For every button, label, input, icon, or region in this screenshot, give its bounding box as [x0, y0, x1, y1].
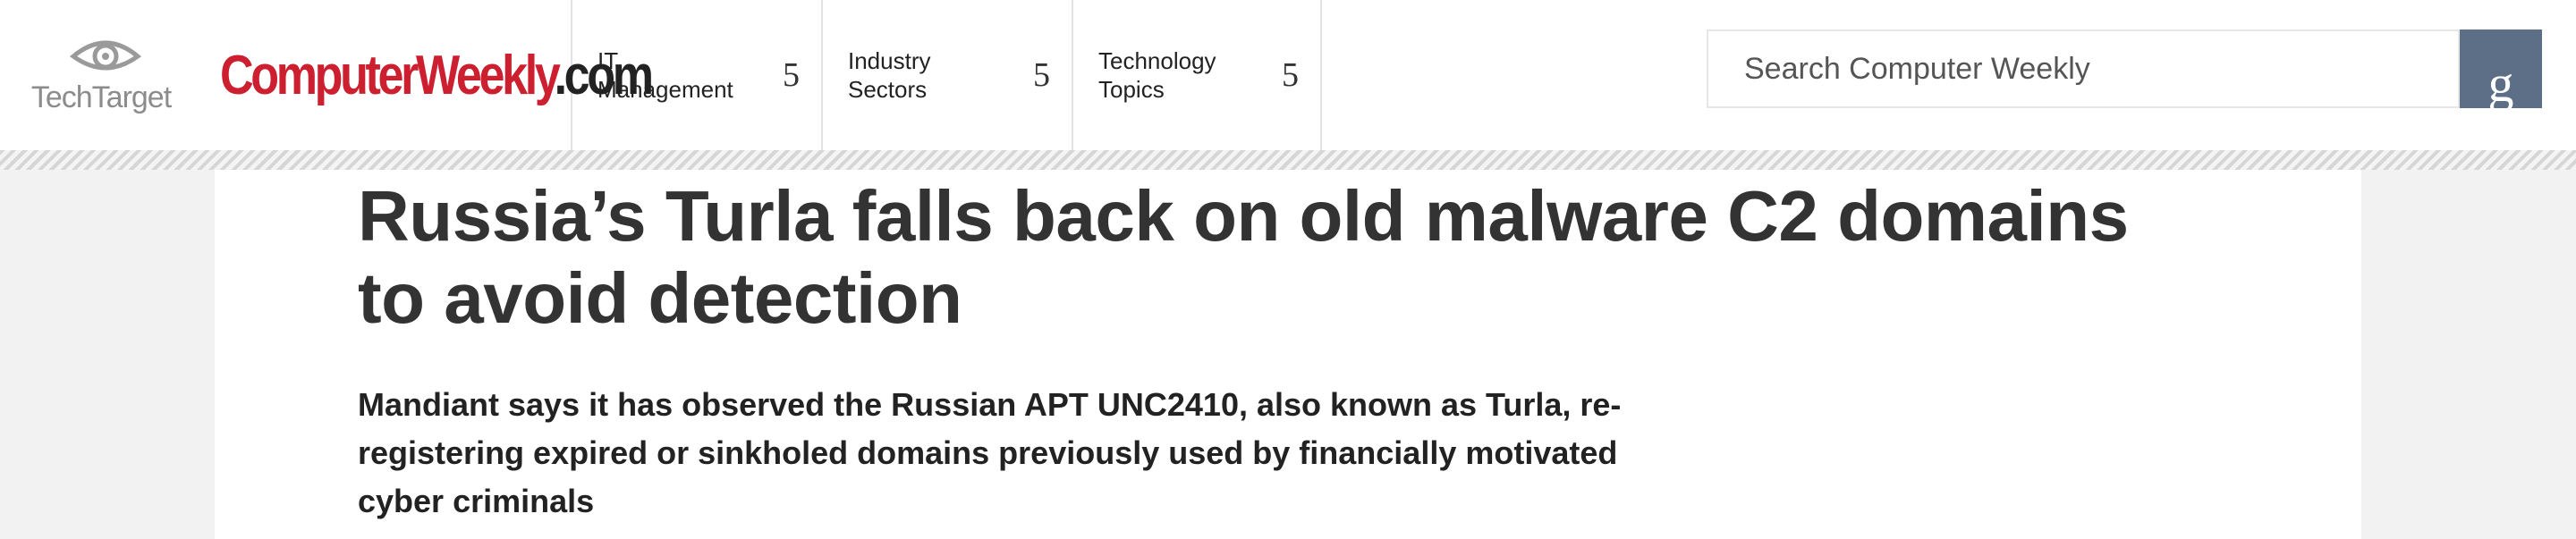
search-input[interactable]	[1707, 29, 2460, 108]
article-headline: Russia’s Turla falls back on old malware…	[358, 176, 2129, 338]
nav-item-industry-sectors[interactable]: Industry Sectors 5	[821, 0, 1072, 150]
search-icon: g	[2487, 55, 2514, 108]
chevron-down-icon: 5	[1033, 56, 1050, 94]
techtarget-logo[interactable]: TechTarget	[30, 35, 172, 115]
eye-icon	[70, 40, 141, 71]
article-container: Russia’s Turla falls back on old malware…	[215, 170, 2361, 539]
logo-suffix: .com	[554, 44, 654, 106]
search-button[interactable]: g	[2460, 29, 2542, 108]
computerweekly-logo[interactable]: ComputerWeekly.com	[220, 44, 654, 107]
search-bar: g	[1707, 29, 2542, 108]
brand-area: TechTarget ComputerWeekly.com	[0, 0, 654, 150]
nav-item-technology-topics[interactable]: Technology Topics 5	[1072, 0, 1322, 150]
nav-item-label: Industry Sectors	[848, 47, 931, 103]
article-summary: Mandiant says it has observed the Russia…	[358, 386, 1622, 519]
main-nav: IT Management 5 Industry Sectors 5 Techn…	[571, 0, 1322, 150]
chevron-down-icon: 5	[783, 56, 800, 94]
nav-item-label: Technology Topics	[1098, 47, 1216, 103]
techtarget-logo-text: TechTarget	[30, 80, 172, 114]
logo-wordmark: ComputerWeekly	[220, 44, 557, 106]
site-header: TechTarget ComputerWeekly.com IT Managem…	[0, 0, 2576, 150]
header-stripe-divider	[0, 150, 2576, 170]
chevron-down-icon: 5	[1282, 56, 1299, 94]
